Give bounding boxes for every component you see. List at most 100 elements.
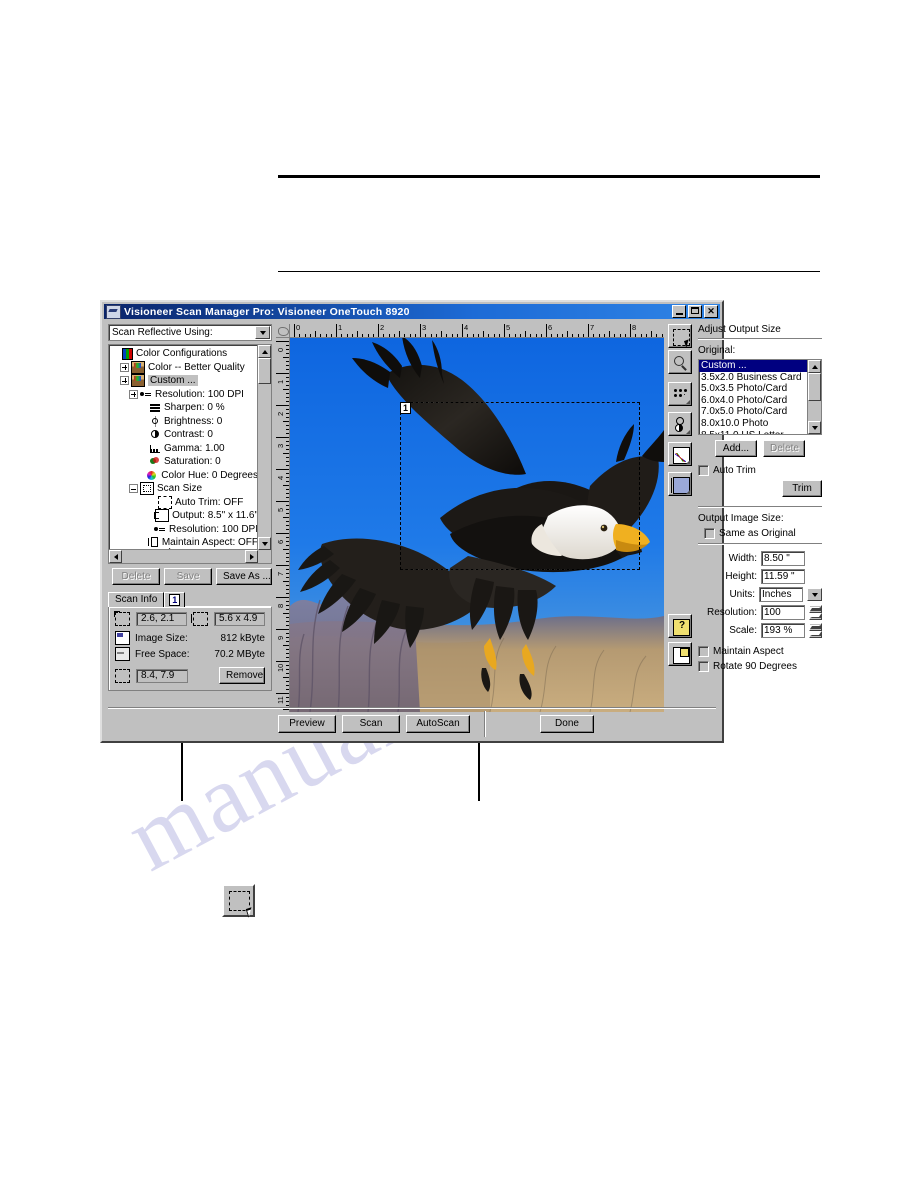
tree-scroll-up-button[interactable]: [258, 345, 271, 358]
preview-image[interactable]: 1: [290, 338, 664, 712]
scale-step-up[interactable]: [809, 623, 822, 631]
cursor-position-row: 8.4, 7.9 Remove: [115, 667, 265, 684]
resolution-step-down[interactable]: [809, 612, 822, 620]
resolution-step-up[interactable]: [809, 605, 822, 613]
tree-horizontal-scrollbar[interactable]: [109, 549, 258, 563]
same-as-original-checkbox[interactable]: [704, 528, 715, 539]
same-as-original-row[interactable]: Same as Original: [704, 528, 822, 539]
tree-item[interactable]: Color Configurations: [111, 347, 258, 361]
ruler-minor-tick: [286, 697, 289, 698]
brightness-tool-button[interactable]: [668, 412, 692, 436]
configuration-tree[interactable]: Color Configurations Color -- Better Qual…: [108, 344, 272, 564]
maintain-aspect-checkbox[interactable]: [698, 646, 709, 657]
tree-item[interactable]: Output: 8.5" x 11.6": [111, 509, 258, 523]
ruler-minor-tick: [286, 521, 289, 522]
tree-vertical-scrollbar[interactable]: [257, 345, 271, 550]
selection-marquee[interactable]: 1: [400, 402, 640, 570]
done-button[interactable]: Done: [540, 715, 594, 733]
delete-size-button[interactable]: Delete: [763, 440, 805, 457]
autoscan-button[interactable]: AutoScan: [406, 715, 470, 733]
tab-selection-number[interactable]: 1: [164, 592, 186, 607]
scale-step-down[interactable]: [809, 630, 822, 638]
ruler-minor-tick: [286, 537, 289, 538]
list-item[interactable]: 7.0x5.0 Photo/Card: [699, 406, 808, 418]
ruler-minor-tick: [598, 334, 600, 337]
auto-trim-row[interactable]: Auto Trim: [698, 465, 822, 476]
list-scroll-up-button[interactable]: [808, 360, 821, 373]
maintain-aspect-label: Maintain Aspect: [713, 646, 784, 657]
tree-item[interactable]: Resolution: 100 DPI: [111, 523, 258, 537]
maximize-button[interactable]: [688, 305, 702, 318]
tree-scroll-left-button[interactable]: [109, 550, 122, 563]
ruler-minor-tick: [286, 569, 289, 570]
trim-button[interactable]: Trim: [782, 480, 822, 497]
close-button[interactable]: ✕: [704, 305, 718, 318]
list-item[interactable]: 3.5x2.0 Business Card: [699, 372, 808, 384]
original-list-scrollbar[interactable]: [807, 360, 821, 434]
tree-item[interactable]: Contrast: 0: [111, 428, 258, 442]
tree-scroll-right-button[interactable]: [245, 550, 258, 563]
output-size-tool-button[interactable]: [668, 472, 692, 496]
tab-scan-info[interactable]: Scan Info: [108, 592, 165, 607]
auto-trim-checkbox[interactable]: [698, 465, 709, 476]
rotate-90-checkbox[interactable]: [698, 661, 709, 672]
save-config-button[interactable]: Save: [164, 568, 212, 585]
tree-item[interactable]: Auto Trim: OFF: [111, 495, 258, 510]
units-chevron-down-icon[interactable]: [807, 588, 822, 601]
height-input[interactable]: 11.59 ": [761, 569, 805, 584]
list-item[interactable]: 8.5x11.0 US Letter: [699, 430, 808, 434]
rotate-90-row[interactable]: Rotate 90 Degrees: [698, 661, 822, 672]
tree-item[interactable]: Color -- Better Quality: [111, 360, 258, 375]
scale-stepper[interactable]: [809, 623, 822, 638]
save-as-config-button[interactable]: Save As ...: [216, 568, 272, 585]
tree-scroll-thumb[interactable]: [258, 358, 271, 384]
expand-icon[interactable]: [129, 389, 138, 399]
ruler-minor-tick: [346, 334, 348, 337]
tree-item[interactable]: Saturation: 0: [111, 455, 258, 469]
ruler-minor-tick: [286, 585, 289, 586]
tree-item[interactable]: Maintain Aspect: OFF: [111, 536, 258, 550]
tree-scroll-down-button[interactable]: [258, 537, 271, 550]
list-item[interactable]: 8.0x10.0 Photo: [699, 418, 808, 430]
scan-manager-window: Visioneer Scan Manager Pro: Visioneer On…: [100, 300, 822, 743]
maintain-aspect-row[interactable]: Maintain Aspect: [698, 646, 822, 657]
list-scroll-thumb[interactable]: [808, 373, 821, 401]
halftone-tool-button[interactable]: [668, 382, 692, 406]
minimize-button[interactable]: [672, 305, 686, 318]
scan-button[interactable]: Scan: [342, 715, 400, 733]
list-item[interactable]: 5.0x3.5 Photo/Card: [699, 383, 808, 395]
ruler-minor-tick: [286, 705, 289, 706]
width-input[interactable]: 8.50 ": [761, 551, 805, 566]
list-item[interactable]: 6.0x4.0 Photo/Card: [699, 395, 808, 407]
zoom-tool-button[interactable]: [668, 350, 692, 374]
preview-button[interactable]: Preview: [278, 715, 336, 733]
help-tool-button[interactable]: ?: [668, 614, 692, 638]
list-item[interactable]: Custom ...: [699, 360, 808, 372]
units-select[interactable]: Inches: [759, 587, 803, 602]
chevron-down-icon[interactable]: [255, 326, 270, 339]
scan-to-tool-button[interactable]: [668, 642, 692, 666]
expand-icon[interactable]: [120, 362, 129, 372]
scale-input[interactable]: 193 %: [761, 623, 805, 638]
original-size-list[interactable]: Custom ... 3.5x2.0 Business Card 5.0x3.5 P…: [698, 359, 822, 435]
collapse-icon[interactable]: [129, 484, 138, 494]
resolution-stepper[interactable]: [809, 605, 822, 620]
tree-item[interactable]: Resolution: 100 DPI: [111, 388, 258, 402]
tree-item[interactable]: Gamma: 1.00: [111, 442, 258, 456]
add-size-button[interactable]: Add...: [715, 440, 757, 457]
select-tool-button[interactable]: [668, 324, 692, 348]
expand-icon[interactable]: [120, 376, 129, 386]
curves-tool-button[interactable]: [668, 442, 692, 466]
tree-item[interactable]: Custom ...: [111, 374, 258, 388]
list-scroll-down-button[interactable]: [808, 421, 821, 434]
scan-source-combo[interactable]: Scan Reflective Using:: [108, 324, 272, 341]
remove-selection-button[interactable]: Remove: [219, 667, 265, 684]
ruler-minor-tick: [283, 357, 289, 358]
tree-item[interactable]: Brightness: 0: [111, 415, 258, 429]
tree-item[interactable]: Sharpen: 0 %: [111, 401, 258, 415]
tree-item[interactable]: Scan Size: [111, 482, 258, 496]
resolution-input[interactable]: 100: [761, 605, 805, 620]
tree-item[interactable]: Color Hue: 0 Degrees: [111, 469, 258, 483]
ruler-label: 9: [276, 635, 285, 640]
delete-config-button[interactable]: Delete: [112, 568, 160, 585]
